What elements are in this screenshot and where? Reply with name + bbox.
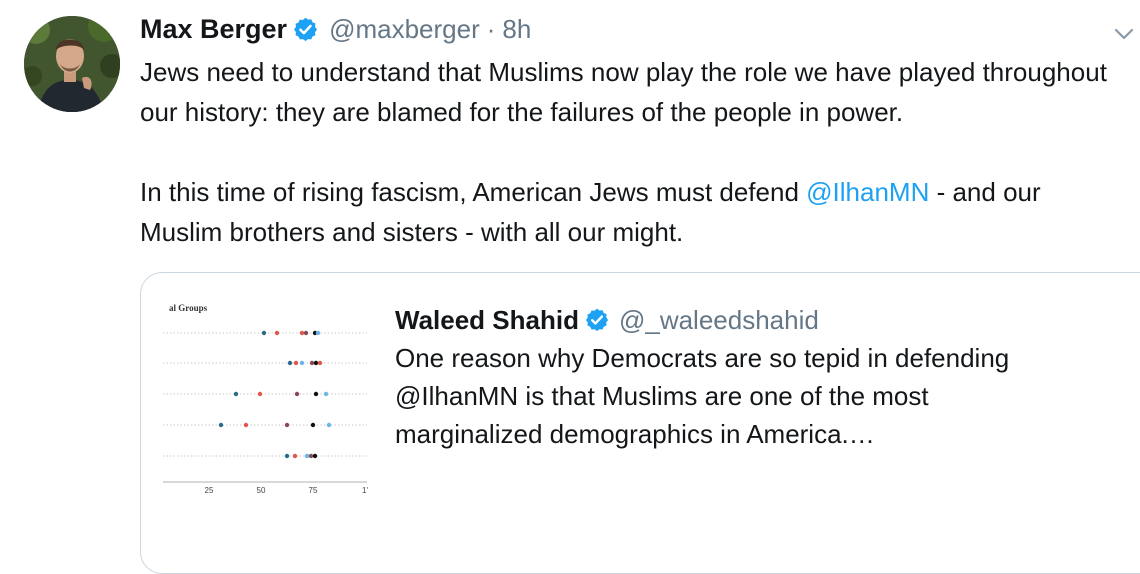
quoted-tweet-card[interactable]: al Groups 25 50 75 1' Waleed Shahid @_wa… xyxy=(140,272,1140,574)
separator-dot: · xyxy=(486,13,496,44)
avatar-photo xyxy=(24,16,120,112)
thumbnail-tick-label: 50 xyxy=(257,486,266,495)
mention-link[interactable]: @IlhanMN xyxy=(806,177,929,207)
quoted-tweet-thumbnail[interactable]: al Groups 25 50 75 1' xyxy=(163,299,373,495)
thumbnail-tick-label: 75 xyxy=(309,486,318,495)
quoted-tweet-text: One reason why Democrats are so tepid in… xyxy=(395,343,1010,449)
tweet-paragraph-2: In this time of rising fascism, American… xyxy=(140,172,1130,252)
chevron-down-icon[interactable] xyxy=(1112,22,1136,46)
tweet-text-segment: In this time of rising fascism, American… xyxy=(140,177,807,207)
thumbnail-tick-label: 25 xyxy=(205,486,214,495)
thumbnail-tick-label: 1' xyxy=(362,486,368,495)
quoted-author-name[interactable]: Waleed Shahid xyxy=(395,305,579,336)
avatar[interactable] xyxy=(24,16,120,112)
quoted-author-handle[interactable]: @_waleedshahid xyxy=(619,305,819,336)
tweet-paragraph-1: Jews need to understand that Muslims now… xyxy=(140,57,1107,127)
author-handle[interactable]: @maxberger xyxy=(329,14,480,45)
tweet-text: Jews need to understand that Muslims now… xyxy=(140,52,1130,252)
verified-badge-icon xyxy=(292,16,319,43)
author-name[interactable]: Max Berger xyxy=(140,14,287,45)
verified-badge-icon xyxy=(584,307,610,333)
tweet-header: Max Berger @maxberger · 8h xyxy=(140,12,531,46)
thumbnail-chart-image: al Groups 25 50 75 1' xyxy=(163,303,368,495)
tweet-timestamp[interactable]: 8h xyxy=(502,14,531,45)
thumbnail-title: al Groups xyxy=(169,303,208,313)
quoted-tweet-header: Waleed Shahid @_waleedshahid xyxy=(395,303,819,337)
